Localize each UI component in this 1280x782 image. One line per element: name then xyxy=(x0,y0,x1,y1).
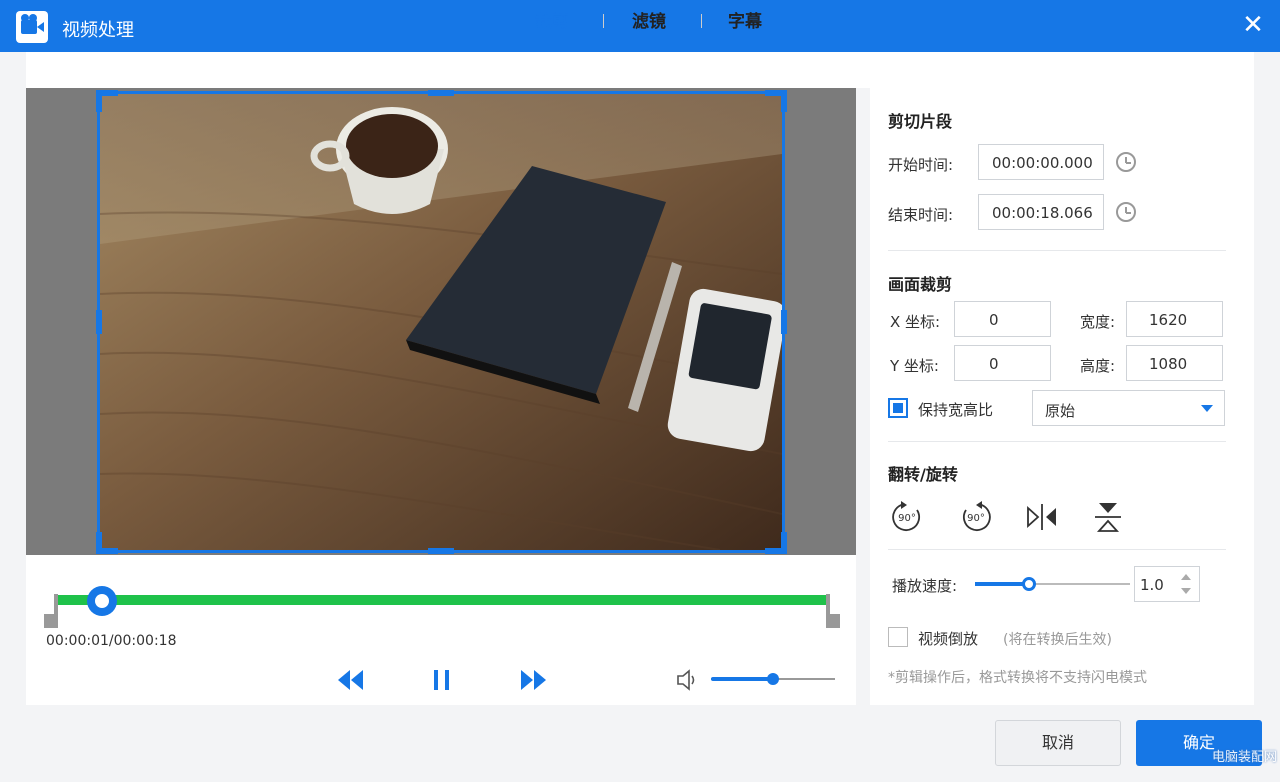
crop-handle-bottom-right[interactable] xyxy=(781,532,787,554)
trim-start-handle[interactable] xyxy=(44,594,58,628)
start-time-label: 开始时间: xyxy=(888,156,954,174)
footnote: *剪辑操作后，格式转换将不支持闪电模式 xyxy=(888,670,1147,686)
speed-slider-fill xyxy=(975,582,1029,586)
aspect-ratio-value: 原始 xyxy=(1045,402,1076,420)
crop-handle-bottom[interactable] xyxy=(428,548,454,554)
aspect-ratio-select[interactable]: 原始 xyxy=(1032,390,1225,426)
watermark: 电脑装配网 xyxy=(1212,750,1278,765)
cancel-button[interactable]: 取消 xyxy=(995,720,1121,766)
reverse-note: (将在转换后生效) xyxy=(1003,632,1112,648)
flip-horizontal-icon[interactable] xyxy=(1025,500,1059,534)
timeline-track[interactable] xyxy=(58,595,826,605)
x-coord-input[interactable]: 0 xyxy=(954,301,1051,337)
chevron-down-icon xyxy=(1201,405,1213,412)
volume-slider-fill xyxy=(711,677,773,681)
camera-icon xyxy=(16,11,48,43)
crop-handle-bottom-left[interactable] xyxy=(96,532,102,554)
clock-icon[interactable] xyxy=(1116,202,1136,222)
crop-handle-top-left[interactable] xyxy=(96,90,102,112)
tab-crop[interactable]: 裁剪 xyxy=(535,7,569,32)
pause-icon[interactable] xyxy=(432,668,452,692)
tab-bar xyxy=(26,52,1254,88)
crop-section-title: 画面裁剪 xyxy=(888,275,953,294)
crop-handle-right[interactable] xyxy=(781,310,787,334)
rewind-icon[interactable] xyxy=(336,668,364,692)
trim-end-handle[interactable] xyxy=(826,594,840,628)
volume-icon[interactable] xyxy=(676,669,700,691)
end-time-input[interactable]: 00:00:18.066 xyxy=(978,194,1104,230)
rotate-section-title: 翻转/旋转 xyxy=(888,465,958,484)
spin-down-icon[interactable] xyxy=(1181,588,1191,594)
close-icon[interactable]: ✕ xyxy=(1240,12,1266,38)
window-title: 视频处理 xyxy=(62,20,134,41)
clip-section-title: 剪切片段 xyxy=(888,112,953,131)
crop-handle-left[interactable] xyxy=(96,310,102,334)
spin-up-icon[interactable] xyxy=(1181,574,1191,580)
width-label: 宽度: xyxy=(1080,313,1116,331)
fast-forward-icon[interactable] xyxy=(520,668,548,692)
clock-icon[interactable] xyxy=(1116,152,1136,172)
tab-subtitle[interactable]: 字幕 xyxy=(728,7,762,32)
playhead[interactable] xyxy=(86,586,117,616)
video-frame xyxy=(100,94,782,550)
divider xyxy=(888,441,1226,442)
speed-slider-thumb[interactable] xyxy=(1022,577,1036,591)
reverse-checkbox[interactable] xyxy=(888,627,908,647)
flip-vertical-icon[interactable] xyxy=(1091,500,1125,534)
end-time-label: 结束时间: xyxy=(888,206,954,224)
rotate-counterclockwise-icon[interactable]: 90° xyxy=(959,500,993,534)
crop-handle-top[interactable] xyxy=(428,90,454,96)
divider xyxy=(888,549,1226,550)
crop-handle-top-right[interactable] xyxy=(781,90,787,112)
tab-filter[interactable]: 滤镜 xyxy=(632,7,666,32)
start-time-input[interactable]: 00:00:00.000 xyxy=(978,144,1104,180)
keep-ratio-checkbox[interactable] xyxy=(888,398,908,418)
y-coord-label: Y 坐标: xyxy=(890,357,939,375)
svg-text:90°: 90° xyxy=(898,513,916,524)
divider xyxy=(888,250,1226,251)
speed-input[interactable]: 1.0 xyxy=(1134,566,1200,602)
height-input[interactable]: 1080 xyxy=(1126,345,1223,381)
x-coord-label: X 坐标: xyxy=(890,313,941,331)
tab-divider xyxy=(603,14,604,28)
svg-text:90°: 90° xyxy=(967,513,985,524)
height-label: 高度: xyxy=(1080,357,1116,375)
keep-ratio-label: 保持宽高比 xyxy=(918,401,994,419)
width-input[interactable]: 1620 xyxy=(1126,301,1223,337)
reverse-label: 视频倒放 xyxy=(918,630,979,648)
y-coord-input[interactable]: 0 xyxy=(954,345,1051,381)
volume-slider-thumb[interactable] xyxy=(767,673,779,685)
rotate-clockwise-icon[interactable]: 90° xyxy=(890,500,924,534)
speed-value: 1.0 xyxy=(1140,576,1164,594)
speed-label: 播放速度: xyxy=(892,577,958,595)
timecode: 00:00:01/00:00:18 xyxy=(46,633,177,649)
tab-divider xyxy=(701,14,702,28)
